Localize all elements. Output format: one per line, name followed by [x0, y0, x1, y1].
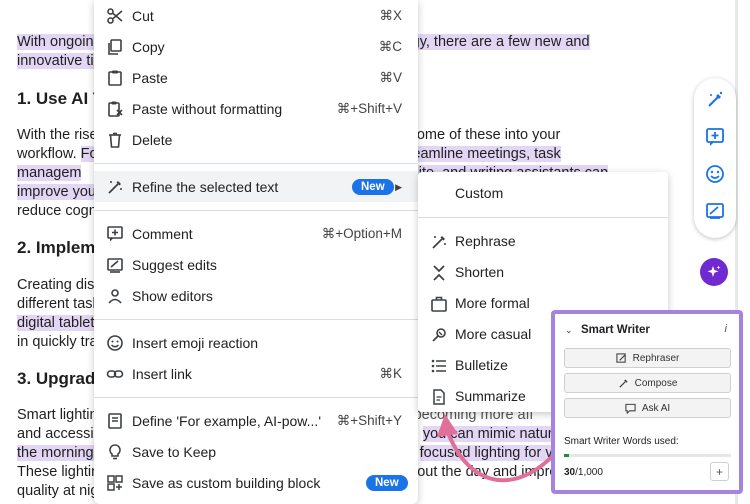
menu-item-paste[interactable]: Paste ⌘V: [94, 62, 418, 93]
trash-icon: [106, 131, 124, 149]
menu-item-insert-emoji-reaction[interactable]: Insert emoji reaction: [94, 327, 418, 358]
doc-line: in quickly tra: [17, 334, 98, 350]
words-used-progress-fill: [564, 454, 569, 457]
doc-line: innovative tip: [17, 53, 102, 69]
submenu-arrow-icon: ▶: [395, 182, 402, 192]
doc-line: quality at nig: [17, 483, 99, 499]
chat-icon: [625, 403, 636, 414]
summary-icon: [430, 388, 448, 406]
clipboard-icon: [106, 69, 124, 87]
magic-wand-icon: [430, 233, 448, 251]
words-used-count: 30/1,000: [564, 467, 603, 478]
menu-item-comment[interactable]: Comment ⌘+Option+M: [94, 218, 418, 249]
words-used-label: Smart Writer Words used:: [564, 436, 679, 447]
menu-divider: [94, 397, 418, 398]
bullet-list-icon: [430, 357, 448, 375]
menu-item-paste-without-formatting[interactable]: Paste without formatting ⌘+Shift+V: [94, 93, 418, 124]
person-icon: [106, 287, 124, 305]
magic-pen-icon[interactable]: [703, 88, 727, 112]
side-toolbar: [694, 78, 736, 238]
menu-divider: [94, 163, 418, 164]
submenu-item-custom[interactable]: Custom: [418, 178, 668, 209]
menu-item-save-building-block[interactable]: Save as custom building block New: [94, 467, 418, 498]
menu-divider: [94, 319, 418, 320]
menu-divider: [94, 210, 418, 211]
lightbulb-icon: [106, 443, 124, 461]
suggest-edits-icon[interactable]: [703, 199, 727, 223]
menu-item-define[interactable]: Define 'For example, AI-pow...' ⌘+Shift+…: [94, 405, 418, 436]
menu-item-save-to-keep[interactable]: Save to Keep: [94, 436, 418, 467]
menu-item-insert-link[interactable]: Insert link ⌘K: [94, 358, 418, 389]
add-comment-icon: [106, 225, 124, 243]
menu-item-refine-selected-text[interactable]: Refine the selected text New ▶: [94, 171, 418, 202]
suggest-edits-icon: [106, 256, 124, 274]
emoji-icon: [106, 334, 124, 352]
submenu-item-shorten[interactable]: Shorten: [418, 257, 668, 288]
dictionary-icon: [106, 412, 124, 430]
menu-item-copy[interactable]: Copy ⌘C: [94, 31, 418, 62]
new-badge: New: [352, 179, 394, 195]
briefcase-icon: [430, 295, 448, 313]
add-comment-icon[interactable]: [703, 125, 727, 149]
words-used-progress: [564, 454, 731, 457]
rephraser-button[interactable]: Rephraser: [564, 348, 731, 368]
magic-wand-icon: [618, 378, 628, 388]
submenu-item-rephrase[interactable]: Rephrase: [418, 226, 668, 257]
emoji-icon[interactable]: [703, 162, 727, 186]
submenu-divider: [418, 217, 668, 218]
add-words-button[interactable]: +: [710, 462, 729, 481]
copy-icon: [106, 38, 124, 56]
doc-line: different task: [17, 296, 100, 312]
context-menu: Cut ⌘X Copy ⌘C Paste ⌘V Paste without fo…: [94, 0, 418, 504]
menu-item-cut[interactable]: Cut ⌘X: [94, 0, 418, 31]
edit-icon: [616, 352, 626, 363]
menu-item-delete[interactable]: Delete: [94, 124, 418, 155]
doc-line: digital tablet): [17, 315, 100, 331]
doc-heading-2: 2. Impleme: [17, 238, 105, 257]
compose-button[interactable]: Compose: [564, 373, 731, 393]
building-block-icon: [106, 474, 124, 492]
doc-heading-1: 1. Use AI T: [17, 89, 104, 108]
menu-item-show-editors[interactable]: Show editors: [94, 280, 418, 311]
shorten-icon: [430, 264, 448, 282]
doc-heading-3: 3. Upgrad: [17, 369, 96, 388]
menu-item-suggest-edits[interactable]: Suggest edits: [94, 249, 418, 280]
new-badge: New: [366, 475, 408, 491]
smart-writer-title: Smart Writer: [581, 324, 650, 336]
paste-plain-icon: [106, 100, 124, 118]
doc-line: Creating dist: [17, 277, 99, 293]
link-icon: [106, 365, 124, 383]
doc-line: reduce cogn: [17, 203, 97, 219]
smart-writer-panel: ⌄ Smart Writer i Rephraser Compose Ask A…: [551, 310, 743, 494]
scissors-icon: [106, 7, 124, 25]
doc-line: improve you: [17, 184, 96, 200]
sparkle-icon: [707, 265, 721, 277]
info-icon[interactable]: i: [725, 323, 727, 335]
ai-sparkle-button[interactable]: [700, 258, 728, 286]
chevron-down-icon[interactable]: ⌄: [565, 325, 573, 336]
ask-ai-button[interactable]: Ask AI: [564, 398, 731, 418]
magic-wand-icon: [106, 178, 124, 196]
casual-icon: [430, 326, 448, 344]
